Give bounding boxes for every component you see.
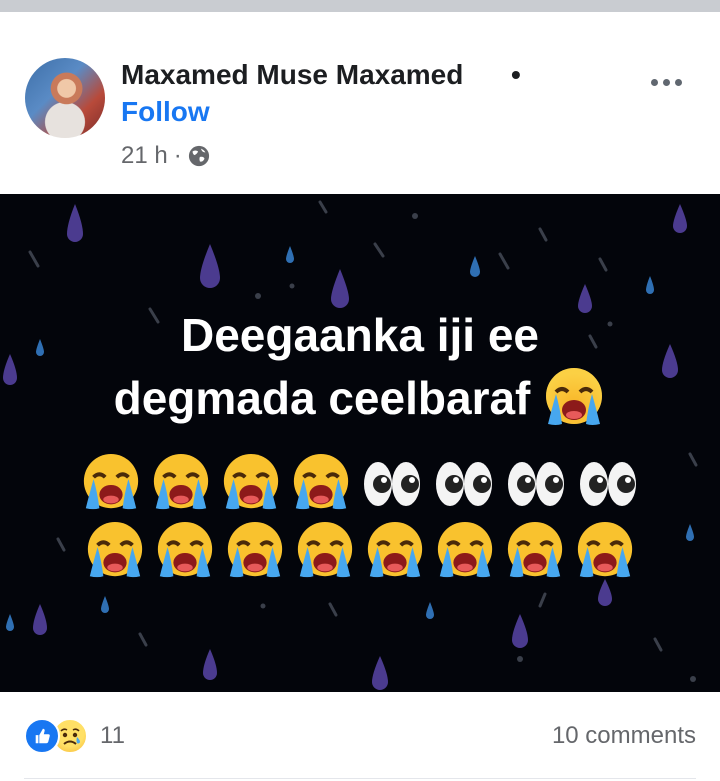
globe-icon xyxy=(188,145,209,167)
crying-face-icon xyxy=(293,453,349,510)
top-divider-strip xyxy=(0,0,720,12)
crying-face-icon xyxy=(83,453,139,510)
crying-face-icon xyxy=(153,453,209,510)
header-separator: • xyxy=(511,59,521,90)
like-icon xyxy=(24,718,60,754)
post-time[interactable]: 21 h xyxy=(121,142,168,170)
reactions-summary[interactable]: 11 xyxy=(24,718,125,754)
crying-face-icon xyxy=(546,368,603,425)
crying-face-icon xyxy=(87,521,143,578)
crying-face-icon xyxy=(227,521,283,578)
author-avatar[interactable] xyxy=(25,58,105,138)
footer-divider xyxy=(24,778,696,779)
crying-face-icon xyxy=(297,521,353,578)
crying-face-icon xyxy=(367,521,423,578)
eyes-icon xyxy=(580,462,636,506)
follow-button[interactable]: Follow xyxy=(121,96,210,128)
more-options-icon[interactable] xyxy=(644,64,688,100)
rain-background xyxy=(3,200,698,690)
crying-face-icon xyxy=(577,521,633,578)
crying-face-icon xyxy=(157,521,213,578)
crying-face-icon xyxy=(223,453,279,510)
reaction-count[interactable]: 11 xyxy=(100,722,125,750)
comments-count[interactable]: 10 comments xyxy=(552,722,696,750)
emoji-row-1 xyxy=(0,452,720,516)
crying-face-icon xyxy=(437,521,493,578)
eyes-icon xyxy=(364,462,420,506)
post-meta: 21 h · xyxy=(121,142,210,170)
post-footer: 11 10 comments xyxy=(0,692,720,781)
time-separator: · xyxy=(173,142,182,169)
post-header: Maxamed Muse Maxamed • Follow 21 h · xyxy=(0,12,720,194)
author-name[interactable]: Maxamed Muse Maxamed xyxy=(121,59,463,91)
eyes-icon xyxy=(508,462,564,506)
post-image-text: Deegaanka iji ee degmada ceelbaraf xyxy=(0,304,720,430)
emoji-row-2 xyxy=(0,520,720,582)
post-text-line2: degmada ceelbaraf xyxy=(113,372,531,424)
post-text-line1: Deegaanka iji ee xyxy=(181,309,539,361)
post-image[interactable]: Deegaanka iji ee degmada ceelbaraf xyxy=(0,194,720,692)
eyes-icon xyxy=(436,462,492,506)
crying-face-icon xyxy=(507,521,563,578)
